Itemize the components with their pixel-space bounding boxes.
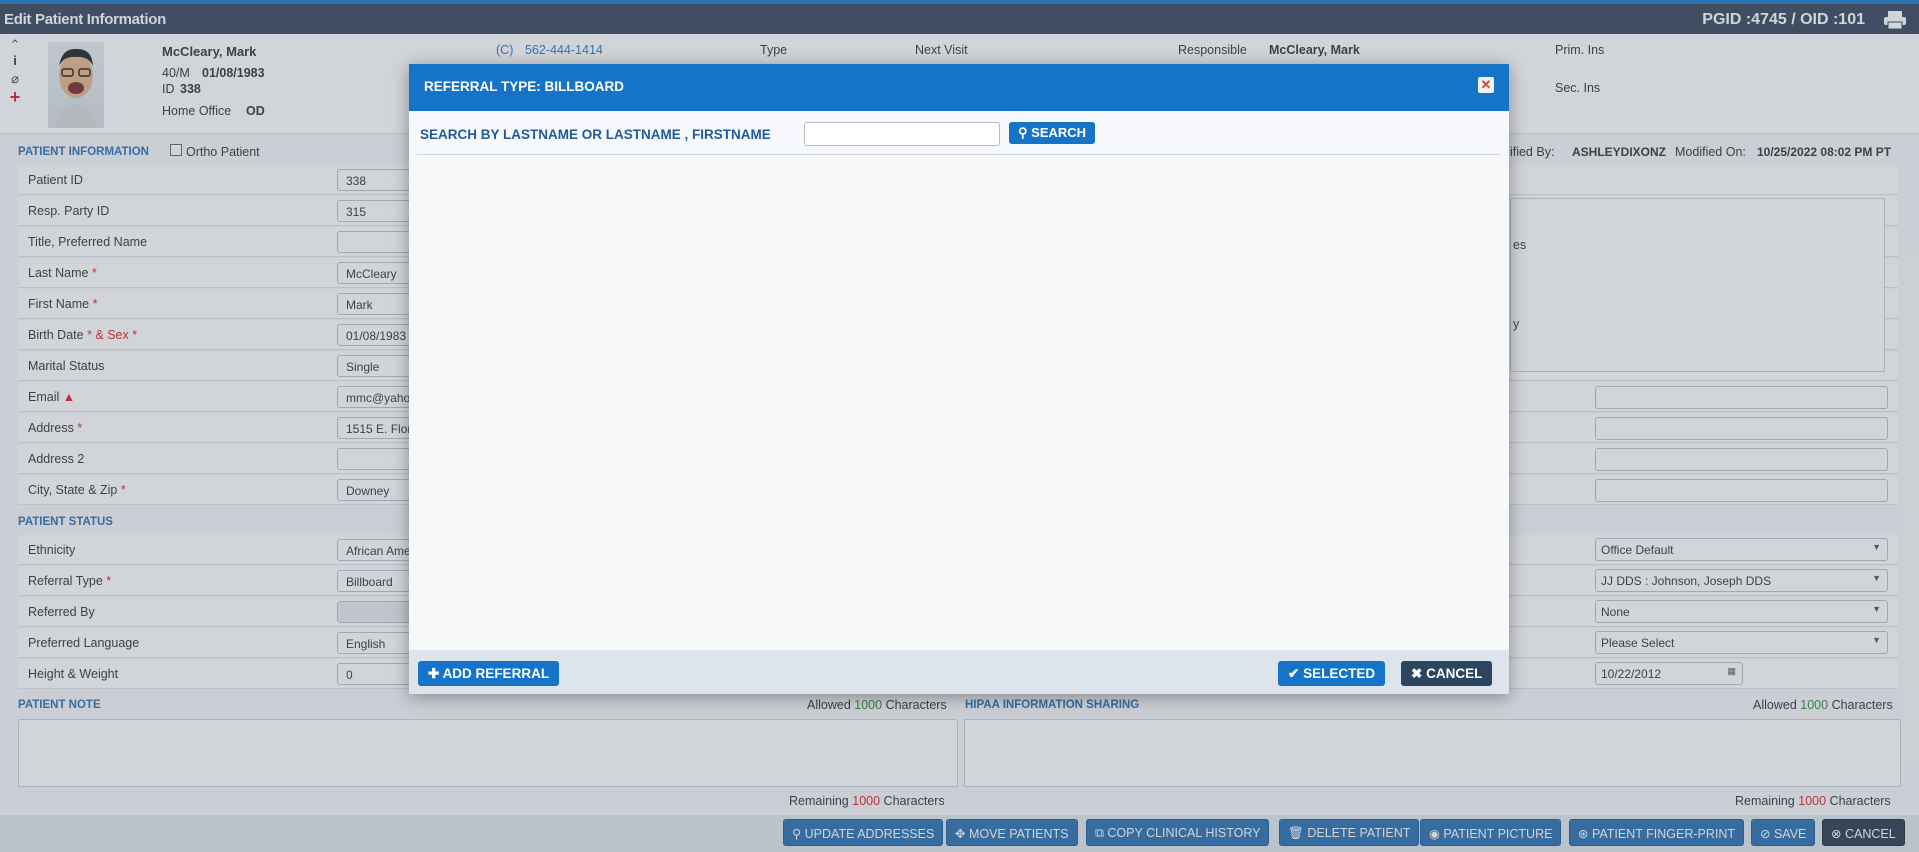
modal-title: REFERRAL TYPE: BILLBOARD: [424, 79, 625, 94]
search-bar: SEARCH BY LASTNAME OR LASTNAME , FIRSTNA…: [417, 111, 1500, 155]
check-icon: ✔: [1288, 666, 1300, 681]
search-input[interactable]: [804, 122, 1000, 146]
modal-footer: ✚ ADD REFERRAL ✔ SELECTED ✖ CANCEL: [409, 650, 1509, 694]
search-button[interactable]: ⚲ SEARCH: [1009, 122, 1096, 144]
selected-button[interactable]: ✔ SELECTED: [1278, 661, 1386, 686]
modal-header: REFERRAL TYPE: BILLBOARD ✕: [409, 64, 1509, 111]
close-icon[interactable]: ✕: [1478, 77, 1494, 93]
referral-results-list: [417, 156, 1500, 650]
search-label: SEARCH BY LASTNAME OR LASTNAME , FIRSTNA…: [420, 127, 771, 142]
modal-cancel-button[interactable]: ✖ CANCEL: [1401, 661, 1493, 686]
search-icon: ⚲: [1018, 125, 1028, 140]
plus-icon: ✚: [428, 666, 440, 681]
add-referral-button[interactable]: ✚ ADD REFERRAL: [418, 661, 560, 686]
x-icon: ✖: [1411, 666, 1423, 681]
referral-modal: REFERRAL TYPE: BILLBOARD ✕ SEARCH BY LAS…: [409, 64, 1509, 694]
